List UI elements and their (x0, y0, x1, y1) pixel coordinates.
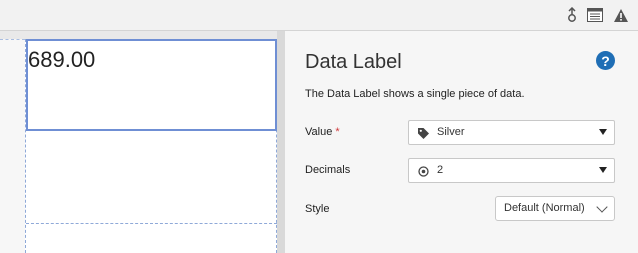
required-marker: * (335, 126, 340, 138)
dropdown-arrow-icon (599, 129, 607, 135)
warning-icon[interactable] (612, 6, 630, 24)
value-selected: Silver (437, 126, 465, 138)
tag-icon (417, 127, 429, 139)
chevron-down-icon (596, 201, 608, 213)
style-label: Style (305, 203, 330, 215)
style-select[interactable]: Default (Normal) (495, 196, 615, 221)
value-label-text: Value (305, 126, 333, 138)
list-icon[interactable] (586, 6, 604, 24)
widget-value: 689.00 (28, 47, 96, 72)
dropdown-arrow-icon (599, 167, 607, 173)
help-icon[interactable]: ? (596, 51, 615, 70)
value-combobox[interactable]: Silver (408, 120, 615, 145)
upload-icon[interactable] (563, 6, 581, 24)
grid-cell-divider (26, 223, 277, 224)
decimals-combobox[interactable]: 2 (408, 158, 615, 183)
value-label: Value * (305, 126, 340, 138)
target-icon (417, 165, 429, 177)
decimals-selected: 2 (437, 164, 444, 176)
properties-panel: Data Label ? The Data Label shows a sing… (285, 31, 638, 253)
top-toolbar (0, 0, 638, 31)
panel-description: The Data Label shows a single piece of d… (305, 88, 525, 100)
dashboard-canvas: 689.00 (0, 31, 283, 253)
style-selected: Default (Normal) (504, 202, 585, 214)
panel-title: Data Label (305, 51, 402, 73)
canvas-gutter (0, 39, 25, 253)
panel-splitter[interactable] (277, 31, 285, 253)
decimals-label: Decimals (305, 164, 351, 176)
data-label-widget[interactable]: 689.00 (26, 39, 277, 131)
